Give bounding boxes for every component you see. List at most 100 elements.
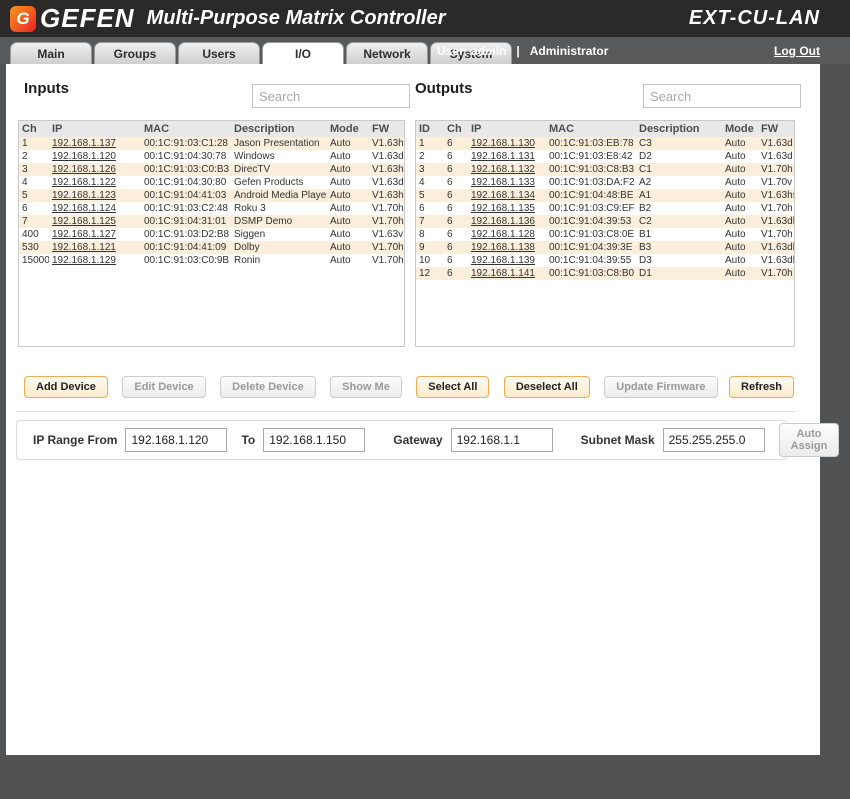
column-header[interactable]: Mode [722,121,758,137]
table-row[interactable]: 56192.168.1.13400:1C:91:04:48:BEA1AutoV1… [416,189,794,202]
ip-range-from-field[interactable] [125,428,227,452]
device-ip-link[interactable]: 192.168.1.130 [471,138,535,149]
table-row[interactable]: 15000192.168.1.12900:1C:91:03:C0:9BRonin… [19,254,404,267]
delete-device-button[interactable]: Delete Device [220,376,316,398]
update-firmware-button[interactable]: Update Firmware [604,376,717,398]
ip-range-to-field[interactable] [263,428,365,452]
device-ip-link[interactable]: 192.168.1.124 [52,203,116,214]
refresh-button[interactable]: Refresh [729,376,794,398]
column-header[interactable]: IP [468,121,546,137]
cell-ip[interactable]: 192.168.1.139 [468,254,546,267]
device-ip-link[interactable]: 192.168.1.125 [52,216,116,227]
outputs-search-input[interactable] [643,84,801,108]
tab-users[interactable]: Users [178,42,260,64]
device-ip-link[interactable]: 192.168.1.133 [471,177,535,188]
device-ip-link[interactable]: 192.168.1.136 [471,216,535,227]
inputs-search-input[interactable] [252,84,410,108]
edit-device-button[interactable]: Edit Device [122,376,205,398]
device-ip-link[interactable]: 192.168.1.123 [52,190,116,201]
table-row[interactable]: 400192.168.1.12700:1C:91:03:D2:B8SiggenA… [19,228,404,241]
select-all-button[interactable]: Select All [416,376,489,398]
cell-ip[interactable]: 192.168.1.123 [49,189,141,202]
table-row[interactable]: 46192.168.1.13300:1C:91:03:DA:F2A2AutoV1… [416,176,794,189]
table-row[interactable]: 96192.168.1.13800:1C:91:04:39:3EB3AutoV1… [416,241,794,254]
cell-ip[interactable]: 192.168.1.131 [468,150,546,163]
table-row[interactable]: 6192.168.1.12400:1C:91:03:C2:48Roku 3Aut… [19,202,404,215]
device-ip-link[interactable]: 192.168.1.139 [471,255,535,266]
cell-ip[interactable]: 192.168.1.138 [468,241,546,254]
device-ip-link[interactable]: 192.168.1.120 [52,151,116,162]
table-row[interactable]: 7192.168.1.12500:1C:91:04:31:01DSMP Demo… [19,215,404,228]
device-ip-link[interactable]: 192.168.1.138 [471,242,535,253]
cell-ip[interactable]: 192.168.1.124 [49,202,141,215]
table-row[interactable]: 3192.168.1.12600:1C:91:03:C0:B3DirecTVAu… [19,163,404,176]
device-ip-link[interactable]: 192.168.1.121 [52,242,116,253]
cell-ip[interactable]: 192.168.1.130 [468,137,546,150]
logout-link[interactable]: Log Out [774,44,820,58]
table-row[interactable]: 2192.168.1.12000:1C:91:04:30:78WindowsAu… [19,150,404,163]
gateway-field[interactable] [451,428,553,452]
cell-ip[interactable]: 192.168.1.120 [49,150,141,163]
device-ip-link[interactable]: 192.168.1.129 [52,255,116,266]
table-row[interactable]: 86192.168.1.12800:1C:91:03:C8:0EB1AutoV1… [416,228,794,241]
cell-ip[interactable]: 192.168.1.141 [468,267,546,280]
tab-io[interactable]: I/O [262,42,344,64]
device-ip-link[interactable]: 192.168.1.127 [52,229,116,240]
cell-ip[interactable]: 192.168.1.129 [49,254,141,267]
device-ip-link[interactable]: 192.168.1.134 [471,190,535,201]
cell-ip[interactable]: 192.168.1.134 [468,189,546,202]
cell-ip[interactable]: 192.168.1.127 [49,228,141,241]
device-ip-link[interactable]: 192.168.1.141 [471,268,535,279]
add-device-button[interactable]: Add Device [24,376,108,398]
column-header[interactable]: MAC [546,121,636,137]
device-ip-link[interactable]: 192.168.1.132 [471,164,535,175]
table-row[interactable]: 106192.168.1.13900:1C:91:04:39:55D3AutoV… [416,254,794,267]
cell-ip[interactable]: 192.168.1.133 [468,176,546,189]
column-header[interactable]: Description [636,121,722,137]
table-row[interactable]: 4192.168.1.12200:1C:91:04:30:80Gefen Pro… [19,176,404,189]
cell-ip[interactable]: 192.168.1.126 [49,163,141,176]
cell-mac: 00:1C:91:04:30:80 [141,176,231,189]
device-ip-link[interactable]: 192.168.1.128 [471,229,535,240]
device-ip-link[interactable]: 192.168.1.131 [471,151,535,162]
column-header[interactable]: Ch [444,121,468,137]
tab-network[interactable]: Network [346,42,428,64]
table-row[interactable]: 1192.168.1.13700:1C:91:03:C1:28Jason Pre… [19,137,404,150]
device-ip-link[interactable]: 192.168.1.137 [52,138,116,149]
cell-mode: Auto [722,254,758,267]
show-me-button[interactable]: Show Me [330,376,402,398]
table-row[interactable]: 26192.168.1.13100:1C:91:03:E8:42D2AutoV1… [416,150,794,163]
device-ip-link[interactable]: 192.168.1.122 [52,177,116,188]
column-header[interactable]: IP [49,121,141,137]
table-row[interactable]: 16192.168.1.13000:1C:91:03:EB:78C3AutoV1… [416,137,794,150]
table-row[interactable]: 126192.168.1.14100:1C:91:03:C8:B0D1AutoV… [416,267,794,280]
gefen-logo-icon: G [10,6,36,32]
tab-main[interactable]: Main [10,42,92,64]
tab-groups[interactable]: Groups [94,42,176,64]
column-header[interactable]: FW [758,121,794,137]
column-header[interactable]: FW [369,121,404,137]
auto-assign-button[interactable]: Auto Assign [779,423,840,457]
cell-ip[interactable]: 192.168.1.125 [49,215,141,228]
table-row[interactable]: 530192.168.1.12100:1C:91:04:41:09DolbyAu… [19,241,404,254]
table-row[interactable]: 66192.168.1.13500:1C:91:03:C9:EFB2AutoV1… [416,202,794,215]
column-header[interactable]: ID [416,121,444,137]
cell-ip[interactable]: 192.168.1.137 [49,137,141,150]
subnet-mask-field[interactable] [663,428,765,452]
cell-ip[interactable]: 192.168.1.128 [468,228,546,241]
cell-ip[interactable]: 192.168.1.122 [49,176,141,189]
device-ip-link[interactable]: 192.168.1.126 [52,164,116,175]
table-row[interactable]: 76192.168.1.13600:1C:91:04:39:53C2AutoV1… [416,215,794,228]
device-ip-link[interactable]: 192.168.1.135 [471,203,535,214]
cell-ip[interactable]: 192.168.1.135 [468,202,546,215]
cell-ip[interactable]: 192.168.1.132 [468,163,546,176]
column-header[interactable]: Ch [19,121,49,137]
column-header[interactable]: Mode [327,121,369,137]
table-row[interactable]: 36192.168.1.13200:1C:91:03:C8:B3C1AutoV1… [416,163,794,176]
deselect-all-button[interactable]: Deselect All [504,376,590,398]
cell-ip[interactable]: 192.168.1.136 [468,215,546,228]
column-header[interactable]: Description [231,121,327,137]
cell-ip[interactable]: 192.168.1.121 [49,241,141,254]
table-row[interactable]: 5192.168.1.12300:1C:91:04:41:03Android M… [19,189,404,202]
column-header[interactable]: MAC [141,121,231,137]
